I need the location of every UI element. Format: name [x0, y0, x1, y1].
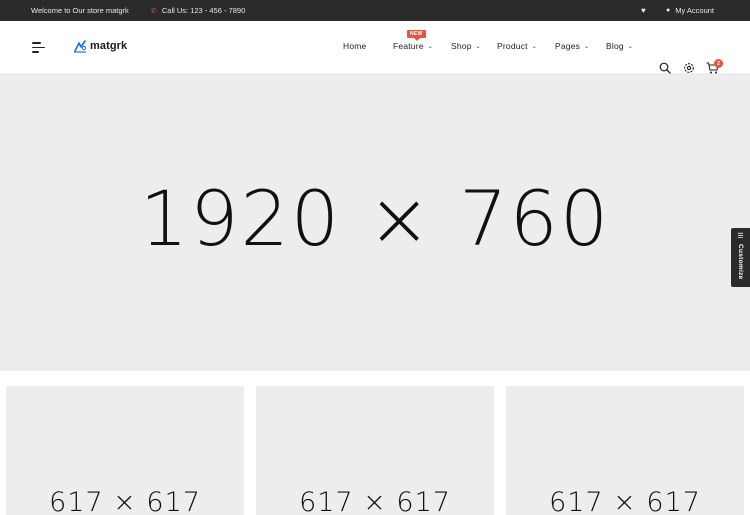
nav-product[interactable]: Product ⌄: [497, 41, 537, 51]
phone-icon: ✆: [151, 7, 157, 15]
my-account-link[interactable]: ● My Account: [666, 0, 714, 21]
nav-home[interactable]: Home: [343, 41, 366, 51]
product-tile[interactable]: 617 × 617: [506, 386, 744, 515]
welcome-text: Welcome to Our store matgrk: [31, 6, 129, 15]
hero-placeholder-text: 1920 × 760: [139, 174, 611, 263]
call-us-text: Call Us: 123 - 456 - 7890: [161, 6, 246, 15]
chevron-down-icon: ⌄: [584, 43, 590, 50]
my-account-label: My Account: [675, 6, 715, 15]
nav-feature[interactable]: Feature ⌄: [393, 41, 433, 51]
hamburger-menu-icon[interactable]: [32, 42, 45, 53]
customize-tab[interactable]: ☰ Customize: [731, 228, 750, 287]
tile-placeholder-text: 617 × 617: [549, 487, 701, 515]
logo-text: matgrk: [90, 40, 128, 52]
nav-shop[interactable]: Shop ⌄: [451, 41, 481, 51]
top-bar: Welcome to Our store matgrk ✆ Call Us: 1…: [0, 0, 750, 21]
chevron-down-icon: ⌄: [427, 43, 433, 50]
chevron-down-icon: ⌄: [475, 43, 481, 50]
call-us[interactable]: ✆ Call Us: 123 - 456 - 7890: [151, 0, 245, 21]
logo[interactable]: matgrk: [73, 39, 127, 53]
nav-blog-label: Blog: [606, 41, 624, 51]
chevron-down-icon: ⌄: [531, 43, 537, 50]
customize-label: Customize: [737, 244, 744, 280]
nav-home-label: Home: [343, 41, 367, 51]
cart-count-badge: 2: [714, 59, 723, 68]
nav-pages[interactable]: Pages ⌄: [555, 41, 589, 51]
chevron-down-icon: ⌄: [627, 43, 634, 50]
nav-shop-label: Shop: [451, 41, 472, 51]
tile-placeholder-text: 617 × 617: [299, 487, 451, 515]
product-tile[interactable]: 617 × 617: [6, 386, 244, 515]
logo-icon: [74, 40, 87, 53]
search-icon[interactable]: [659, 62, 671, 74]
user-icon: ●: [666, 7, 671, 14]
wishlist-heart-icon[interactable]: ♥: [641, 0, 646, 21]
gear-icon[interactable]: [683, 62, 695, 74]
product-tile[interactable]: 617 × 617: [256, 386, 494, 515]
nav-feature-label: Feature: [393, 41, 424, 51]
nav-pages-label: Pages: [555, 41, 581, 51]
nav-product-label: Product: [497, 41, 528, 51]
tile-placeholder-text: 617 × 617: [49, 487, 201, 515]
sliders-icon: ☰: [737, 233, 744, 240]
hero-banner[interactable]: 1920 × 760: [0, 74, 750, 371]
new-badge: NEW: [407, 30, 426, 41]
main-header: matgrk Home NEW Feature ⌄ Shop ⌄ Product…: [0, 21, 750, 74]
nav-blog[interactable]: Blog ⌄: [606, 41, 633, 51]
